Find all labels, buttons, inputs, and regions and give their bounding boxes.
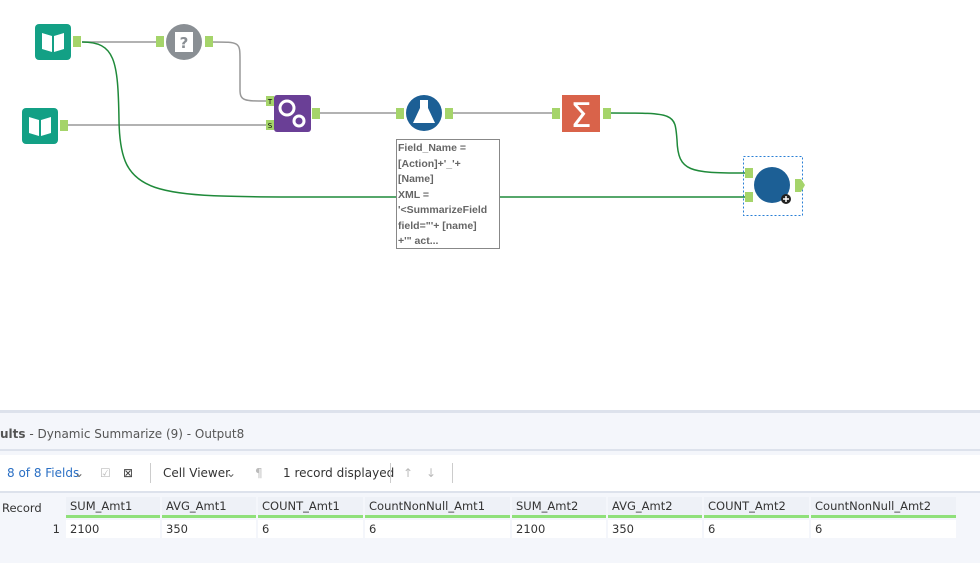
test-tool[interactable]: ? — [156, 24, 213, 60]
column-header[interactable]: AVG_Amt2 — [608, 497, 702, 518]
cell-viewer-dropdown[interactable]: Cell Viewer — [163, 455, 230, 491]
uncheck-all-icon[interactable]: ⊠ — [123, 455, 133, 491]
connection — [609, 112, 746, 174]
table-cell[interactable]: 2100 — [512, 520, 606, 538]
chevron-down-icon[interactable]: ⌄ — [74, 455, 84, 491]
column-header[interactable]: CountNonNull_Amt2 — [811, 497, 956, 518]
table-cell[interactable]: 350 — [608, 520, 702, 538]
anchor-s: S — [268, 122, 273, 130]
table-cell[interactable]: 350 — [162, 520, 256, 538]
column-header[interactable]: AVG_Amt1 — [162, 497, 256, 518]
fields-dropdown[interactable]: 8 of 8 Fields — [7, 455, 79, 491]
results-title: ults — [0, 427, 26, 441]
table-cell[interactable]: 1 — [0, 520, 64, 538]
divider — [390, 463, 391, 483]
divider — [452, 463, 453, 483]
dynamic-summarize-tool[interactable] — [743, 156, 806, 216]
column-header[interactable]: SUM_Amt1 — [66, 497, 160, 518]
connection — [211, 41, 267, 102]
formula-annotation: Field_Name = [Action]+'_'+ [Name] XML = … — [396, 139, 500, 249]
arrow-up-icon[interactable]: ↑ — [403, 455, 413, 491]
results-table: Record SUM_Amt1 AVG_Amt1 COUNT_Amt1 CountNon… — [0, 495, 958, 540]
chevron-down-icon[interactable]: ⌄ — [226, 455, 236, 491]
table-cell[interactable]: 6 — [811, 520, 956, 538]
column-header[interactable]: SUM_Amt2 — [512, 497, 606, 518]
pilcrow-icon[interactable]: ¶ — [255, 455, 263, 491]
anchor-t: T — [267, 98, 273, 106]
divider — [150, 463, 151, 483]
column-header[interactable]: Record — [0, 497, 64, 518]
column-header[interactable]: COUNT_Amt2 — [704, 497, 809, 518]
table-row: 1 2100 350 6 6 2100 350 6 6 — [0, 520, 956, 538]
svg-text:Σ: Σ — [570, 96, 591, 136]
results-header: ults - Dynamic Summarize (9) - Output8 — [0, 419, 980, 451]
results-subtitle: - Dynamic Summarize (9) - Output8 — [25, 427, 245, 441]
arrow-down-icon[interactable]: ↓ — [426, 455, 436, 491]
table-cell[interactable]: 6 — [258, 520, 363, 538]
workflow-canvas[interactable]: ? T S Σ Field_Name = [Action]+'_'+ [Name… — [0, 0, 980, 410]
record-count: 1 record displayed — [283, 466, 395, 480]
input-data-tool-2[interactable] — [22, 108, 68, 144]
summarize-tool[interactable]: Σ — [552, 95, 611, 136]
results-toolbar: 8 of 8 Fields ⌄ ☑ ⊠ Cell Viewer ⌄ ¶ 1 re… — [0, 455, 980, 493]
svg-text:?: ? — [180, 34, 189, 52]
results-panel: ults - Dynamic Summarize (9) - Output8 8… — [0, 410, 980, 563]
table-cell[interactable]: 6 — [365, 520, 510, 538]
column-header[interactable]: COUNT_Amt1 — [258, 497, 363, 518]
check-all-icon[interactable]: ☑ — [100, 455, 111, 491]
input-data-tool-1[interactable] — [35, 24, 81, 60]
table-cell[interactable]: 6 — [704, 520, 809, 538]
column-header[interactable]: CountNonNull_Amt1 — [365, 497, 510, 518]
table-cell[interactable]: 2100 — [66, 520, 160, 538]
macro-tool[interactable]: T S — [266, 95, 320, 132]
formula-tool[interactable] — [396, 95, 453, 131]
